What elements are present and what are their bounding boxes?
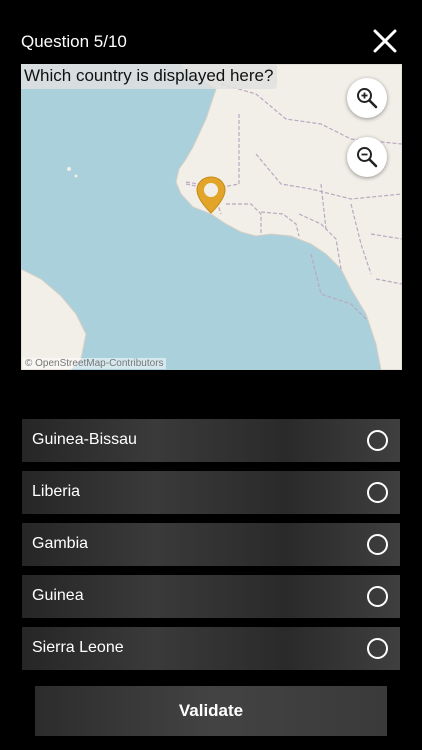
close-button[interactable] bbox=[372, 28, 398, 54]
answer-list: Guinea-Bissau Liberia Gambia Guinea Sier… bbox=[22, 419, 400, 679]
answer-option[interactable]: Guinea bbox=[22, 575, 400, 618]
answer-label: Guinea-Bissau bbox=[32, 431, 137, 448]
radio-button[interactable] bbox=[367, 586, 388, 607]
map-pin-icon bbox=[196, 176, 226, 214]
map-attribution: © OpenStreetMap-Contributors bbox=[23, 358, 166, 369]
answer-option[interactable]: Sierra Leone bbox=[22, 627, 400, 670]
zoom-out-button[interactable] bbox=[347, 137, 387, 177]
answer-option[interactable]: Liberia bbox=[22, 471, 400, 514]
radio-button[interactable] bbox=[367, 534, 388, 555]
question-counter: Question 5/10 bbox=[21, 32, 127, 51]
map[interactable]: Which country is displayed here? © OpenS… bbox=[21, 64, 402, 370]
radio-button[interactable] bbox=[367, 638, 388, 659]
radio-button[interactable] bbox=[367, 430, 388, 451]
validate-button[interactable]: Validate bbox=[35, 686, 387, 736]
zoom-in-icon bbox=[357, 88, 378, 109]
close-icon bbox=[373, 29, 397, 53]
answer-label: Gambia bbox=[32, 535, 89, 552]
zoom-out-icon bbox=[357, 147, 378, 168]
zoom-in-button[interactable] bbox=[347, 78, 387, 118]
map-question: Which country is displayed here? bbox=[21, 64, 278, 89]
map-land bbox=[21, 64, 402, 370]
answer-label: Liberia bbox=[32, 483, 81, 500]
answer-option[interactable]: Guinea-Bissau bbox=[22, 419, 400, 462]
answer-option[interactable]: Gambia bbox=[22, 523, 400, 566]
radio-button[interactable] bbox=[367, 482, 388, 503]
answer-label: Guinea bbox=[32, 587, 84, 604]
answer-label: Sierra Leone bbox=[32, 639, 124, 656]
